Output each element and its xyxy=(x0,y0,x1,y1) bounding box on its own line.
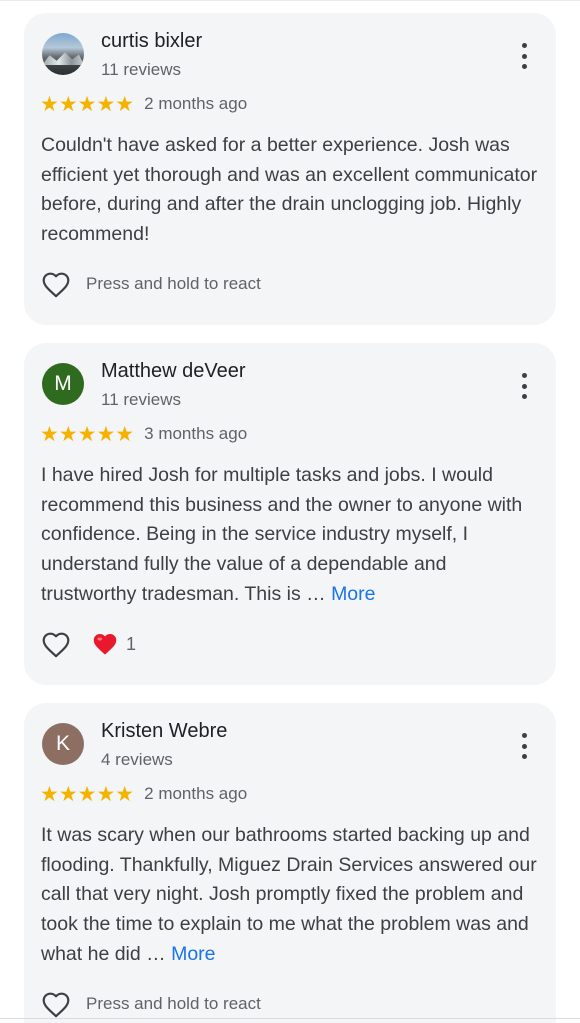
review-text-body: It was scary when our bathrooms started … xyxy=(41,824,537,965)
like-button[interactable] xyxy=(40,989,72,1019)
reviewer-review-count[interactable]: 4 reviews xyxy=(101,750,173,770)
reviewer-review-count[interactable]: 11 reviews xyxy=(101,390,181,410)
heart-outline-icon xyxy=(42,272,70,297)
avatar[interactable]: K xyxy=(42,723,84,765)
reaction-row: Press and hold to react xyxy=(40,989,261,1019)
reviewer-name[interactable]: Matthew deVeer xyxy=(101,360,246,383)
more-vert-icon-dot xyxy=(521,383,527,389)
more-link[interactable]: More xyxy=(171,943,215,965)
review-date: 3 months ago xyxy=(144,424,248,443)
more-options-button[interactable] xyxy=(518,373,530,399)
review-text-body: I have hired Josh for multiple tasks and… xyxy=(41,464,523,605)
more-vert-icon-dot xyxy=(521,394,527,399)
review-card: curtis bixler 11 reviews ★★★★★ 2 months … xyxy=(24,13,556,325)
heart-outline-icon xyxy=(42,992,70,1017)
rating-row: ★★★★★ 2 months ago xyxy=(40,782,247,806)
reaction-count: 1 xyxy=(126,633,137,654)
avatar-letter: K xyxy=(55,732,70,755)
avatar-photo xyxy=(42,52,84,65)
avatar[interactable] xyxy=(42,33,84,75)
more-vert-icon-dot xyxy=(521,53,527,59)
star-rating-icon: ★★★★★ xyxy=(40,92,135,116)
rating-row: ★★★★★ 3 months ago xyxy=(40,422,247,446)
press-and-hold-hint: Press and hold to react xyxy=(86,994,261,1013)
more-options-button[interactable] xyxy=(518,43,530,69)
rating-row: ★★★★★ 2 months ago xyxy=(40,92,247,116)
like-button[interactable] xyxy=(40,269,72,299)
review-card: M Matthew deVeer 11 reviews ★★★★★ 3 mont… xyxy=(24,343,556,685)
star-rating-icon: ★★★★★ xyxy=(40,782,135,806)
red-heart-emoji-icon xyxy=(93,634,117,655)
reviewer-name[interactable]: curtis bixler xyxy=(101,30,202,53)
reaction-summary[interactable]: 1 xyxy=(92,632,136,656)
reviews-page: curtis bixler 11 reviews ★★★★★ 2 months … xyxy=(0,0,580,1023)
top-divider xyxy=(0,0,580,1)
more-vert-icon-dot xyxy=(521,754,527,759)
press-and-hold-hint: Press and hold to react xyxy=(86,274,261,293)
more-vert-icon-dot xyxy=(521,733,527,738)
more-vert-icon-dot xyxy=(521,743,527,749)
reviewer-review-count[interactable]: 11 reviews xyxy=(101,60,181,80)
star-rating-icon: ★★★★★ xyxy=(40,422,135,446)
more-vert-icon-dot xyxy=(521,373,527,378)
like-button[interactable] xyxy=(40,629,72,659)
review-text-body: Couldn't have asked for a better experie… xyxy=(41,134,538,246)
more-vert-icon-dot xyxy=(521,43,527,48)
reaction-row: Press and hold to react xyxy=(40,269,261,299)
reaction-row: 1 xyxy=(40,629,136,659)
more-options-button[interactable] xyxy=(518,733,530,759)
review-text: Couldn't have asked for a better experie… xyxy=(41,131,541,250)
heart-outline-icon xyxy=(42,632,70,657)
reviewer-name[interactable]: Kristen Webre xyxy=(101,720,227,743)
more-link[interactable]: More xyxy=(331,583,375,605)
review-text: It was scary when our bathrooms started … xyxy=(41,821,541,970)
bottom-divider xyxy=(0,1018,580,1019)
more-vert-icon-dot xyxy=(521,64,527,69)
review-card: K Kristen Webre 4 reviews ★★★★★ 2 months… xyxy=(24,703,556,1023)
avatar-letter: M xyxy=(54,372,72,395)
review-text: I have hired Josh for multiple tasks and… xyxy=(41,461,541,610)
review-date: 2 months ago xyxy=(144,784,248,803)
avatar[interactable]: M xyxy=(42,363,84,405)
review-date: 2 months ago xyxy=(144,94,248,113)
